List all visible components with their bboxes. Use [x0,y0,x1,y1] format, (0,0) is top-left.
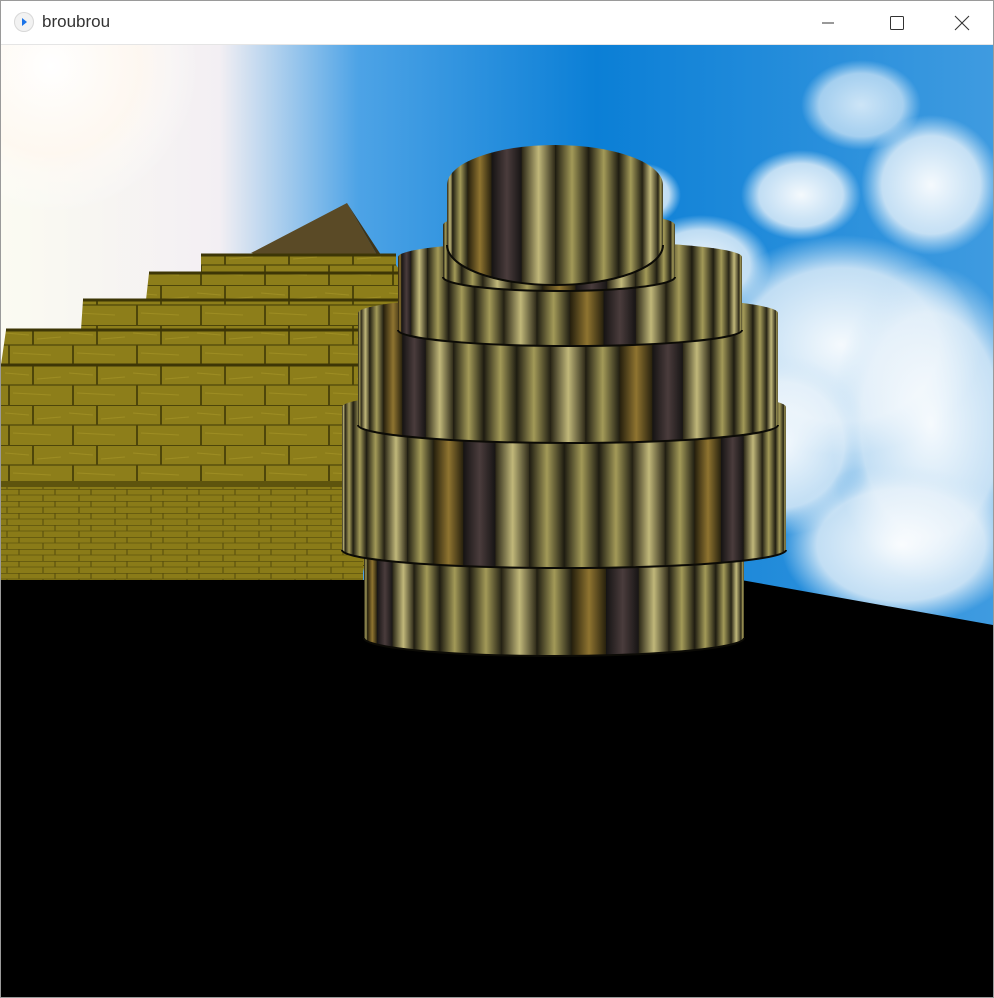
play-app-icon [14,12,34,32]
tower-ring-panel [360,295,370,443]
app-window: broubrou [0,0,994,998]
tower-ring [446,145,664,286]
tower-ring-panel [713,241,730,346]
title-bar[interactable]: broubrou [1,1,993,45]
minimize-icon [821,22,834,23]
3d-scene [1,45,993,997]
tower-ring-panel [766,295,776,443]
maximize-button[interactable] [862,1,931,44]
tower-ring-panel [411,241,428,346]
tower-ring-panel [521,145,556,285]
tower-ring-panel [467,145,493,285]
tower-ring-panel [618,145,643,285]
close-button[interactable] [931,1,993,44]
tower-ring-panel [401,241,412,346]
window-title: broubrou [42,12,111,31]
tower-ring-panel [555,145,589,285]
tower-ring-panel [344,389,354,568]
game-viewport[interactable] [1,45,993,997]
tower-ring-panel [491,145,523,285]
tower-ring-panel [588,145,620,285]
tower-ring-panel [752,295,768,443]
tower-ring-panel [369,295,384,443]
tower-ring-panel [728,241,740,346]
minimize-button[interactable] [793,1,862,44]
maximize-icon [889,15,904,30]
close-icon [954,15,970,30]
tower-ring-panel [691,241,714,346]
